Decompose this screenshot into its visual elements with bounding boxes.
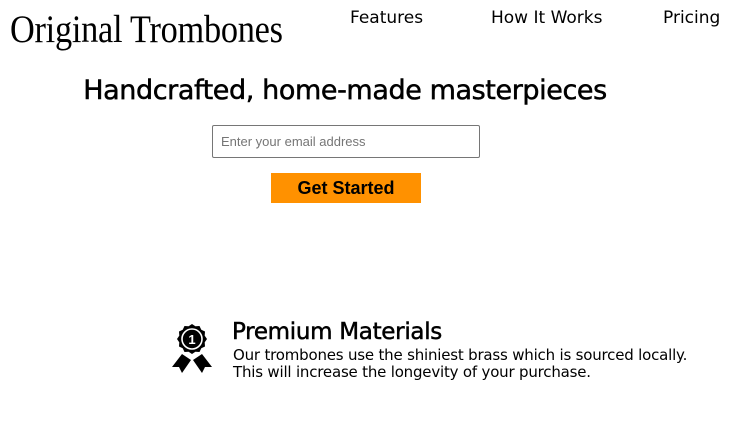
nav-link-features[interactable]: Features <box>350 8 423 28</box>
medal-icon: 1 <box>172 324 212 373</box>
site-logo: Original Trombones <box>10 8 283 51</box>
medal-number: 1 <box>188 332 195 347</box>
medal-ribbons <box>172 354 212 373</box>
hero-headline: Handcrafted, home-made masterpieces <box>83 75 607 107</box>
email-input[interactable] <box>212 125 480 158</box>
nav-link-how-it-works[interactable]: How It Works <box>491 8 602 28</box>
get-started-button[interactable]: Get Started <box>271 173 421 203</box>
nav-link-pricing[interactable]: Pricing <box>663 8 720 28</box>
feature-title: Premium Materials <box>232 319 443 346</box>
feature-description: Our trombones use the shiniest brass whi… <box>233 346 688 381</box>
